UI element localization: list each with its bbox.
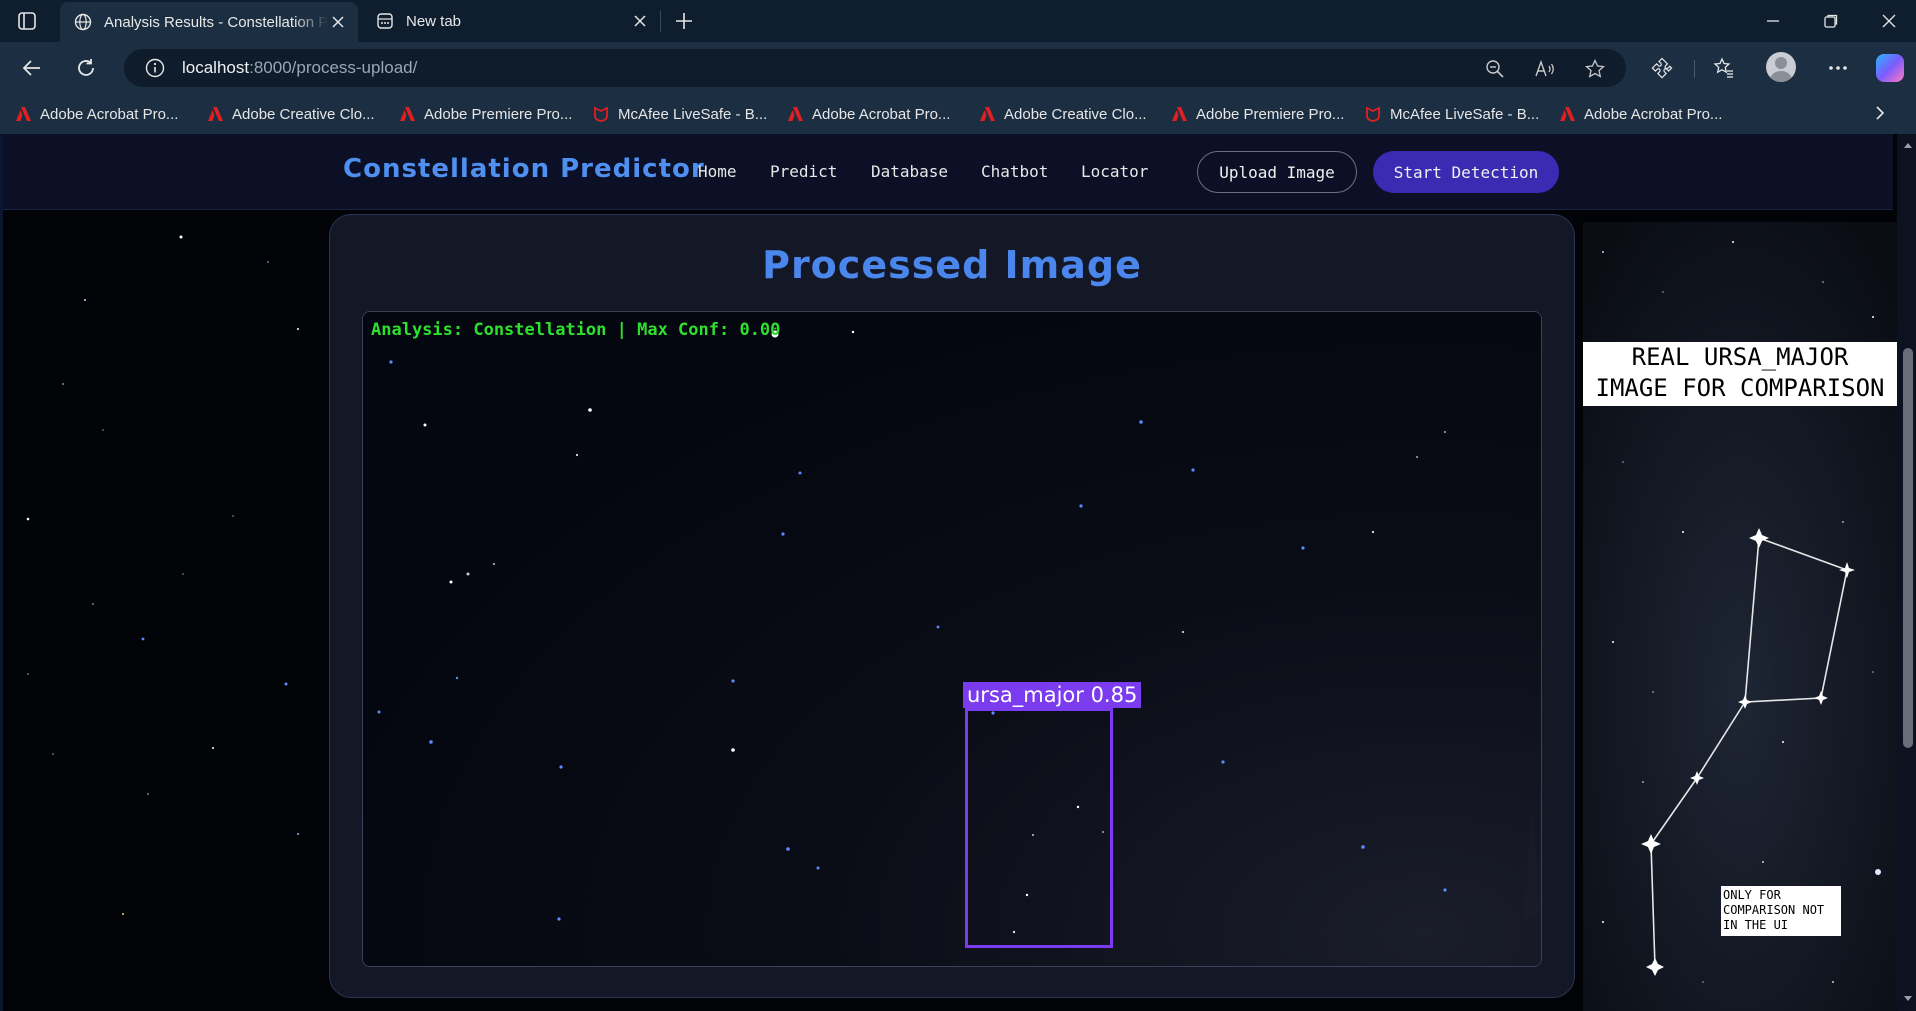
mcafee-icon [1364,105,1382,123]
back-arrow-icon[interactable] [18,54,46,82]
upload-image-button[interactable]: Upload Image [1197,151,1357,193]
new-tab-plus-icon[interactable] [672,9,696,33]
page-viewport: Constellation Predictor Home Predict Dat… [0,134,1916,1011]
page-title: Processed Image [762,243,1142,287]
detection-bounding-box [965,708,1113,948]
adobe-icon [1170,105,1188,123]
favorites-icon[interactable] [1710,54,1738,82]
processed-image: Analysis: Constellation | Max Conf: 0.00… [362,311,1542,967]
toolbar-divider [1694,60,1695,78]
adobe-icon [14,105,32,123]
nav-home[interactable]: Home [698,162,737,181]
mcafee-icon [592,105,610,123]
copilot-icon[interactable] [1876,54,1904,82]
brand-logo[interactable]: Constellation Predictor [343,154,705,184]
app-navbar: Constellation Predictor Home Predict Dat… [3,134,1893,210]
start-detection-button[interactable]: Start Detection [1373,151,1559,193]
comparison-image: REAL URSA_MAJOR IMAGE FOR COMPARISON ONL… [1583,222,1897,1011]
tab-analysis-results[interactable]: Analysis Results - Constellation Predict… [60,2,358,42]
bookmark-item[interactable]: Adobe Acrobat Pro... [772,94,964,134]
scroll-down-icon[interactable] [1901,992,1915,1006]
bookmark-item[interactable]: McAfee LiveSafe - B... [578,94,772,134]
minimize-icon[interactable] [1760,8,1786,34]
restore-icon[interactable] [1818,8,1844,34]
nav-database[interactable]: Database [871,162,948,181]
more-options-icon[interactable] [1824,54,1852,82]
bookmark-item[interactable]: McAfee LiveSafe - B... [1350,94,1544,134]
adobe-icon [398,105,416,123]
site-info-icon[interactable] [144,57,166,79]
read-aloud-icon[interactable] [1534,58,1556,80]
tab-title: Analysis Results - Constellation Predict… [104,13,328,31]
profile-avatar[interactable] [1766,52,1796,82]
close-tab-icon[interactable] [630,11,650,31]
comparison-note: ONLY FOR COMPARISON NOT IN THE UI [1721,886,1841,936]
extensions-icon[interactable] [1648,54,1676,82]
address-bar[interactable]: localhost:8000/process-upload/ [124,49,1626,87]
close-window-icon[interactable] [1876,8,1902,34]
bookmark-item[interactable]: Adobe Acrobat Pro... [1544,94,1736,134]
adobe-icon [1558,105,1576,123]
nav-predict[interactable]: Predict [770,162,837,181]
scroll-up-icon[interactable] [1901,138,1915,152]
sky-stars [377,330,1541,934]
tab-actions-icon[interactable] [16,10,38,32]
url-text: localhost:8000/process-upload/ [182,58,418,77]
browser-tab-strip: Analysis Results - Constellation Predict… [0,0,1916,42]
bookmark-item[interactable]: Adobe Creative Clo... [964,94,1156,134]
nav-locator[interactable]: Locator [1081,162,1148,181]
address-toolbar: localhost:8000/process-upload/ [0,42,1916,94]
nav-chatbot[interactable]: Chatbot [981,162,1048,181]
zoom-out-icon[interactable] [1484,58,1506,80]
bookmark-item[interactable]: Adobe Premiere Pro... [384,94,578,134]
result-card: Processed Image Analysis: Constellation … [329,214,1575,998]
favorite-star-icon[interactable] [1584,58,1606,80]
bookmark-item[interactable]: Adobe Creative Clo... [192,94,384,134]
comparison-banner: REAL URSA_MAJOR IMAGE FOR COMPARISON [1583,342,1897,406]
detection-label: ursa_major 0.85 [963,682,1142,708]
adobe-icon [786,105,804,123]
adobe-icon [978,105,996,123]
scrollbar-thumb[interactable] [1903,348,1913,748]
tab-new-tab[interactable]: New tab [362,0,660,42]
close-tab-icon[interactable] [328,12,348,32]
tab-title: New tab [406,12,462,30]
page-scrollbar[interactable] [1897,134,1916,1011]
adobe-icon [206,105,224,123]
bookmark-item[interactable]: Adobe Acrobat Pro... [0,94,192,134]
refresh-icon[interactable] [72,54,100,82]
globe-icon [72,11,94,33]
bookmarks-bar: Adobe Acrobat Pro... Adobe Creative Clo.… [0,94,1916,134]
bookmark-item[interactable]: Adobe Premiere Pro... [1156,94,1350,134]
chevron-right-icon[interactable] [1874,104,1886,127]
new-tab-page-icon [374,10,396,32]
tab-divider [660,10,661,32]
analysis-summary: Analysis: Constellation | Max Conf: 0.00 [371,320,781,340]
